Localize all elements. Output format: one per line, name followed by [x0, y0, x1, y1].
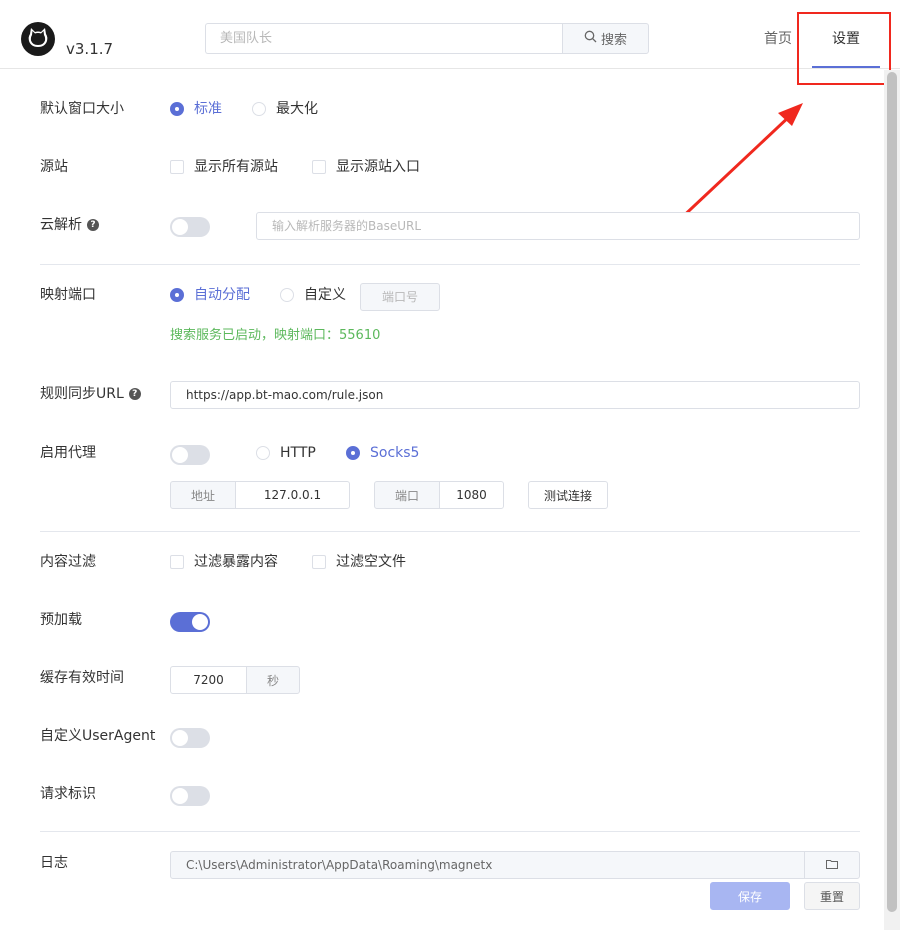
preload-toggle[interactable]	[170, 612, 210, 632]
filter-exposed-content-checkbox[interactable]: 过滤暴露内容	[170, 553, 278, 571]
proxy-address-addon: 地址	[170, 481, 236, 509]
cat-logo-icon	[21, 22, 55, 56]
custom-port-input[interactable]	[360, 283, 440, 311]
request-id-label: 请求标识	[40, 786, 96, 802]
save-button[interactable]: 保存	[710, 882, 790, 910]
proxy-http-radio[interactable]: HTTP	[256, 444, 316, 462]
question-circle-icon[interactable]: ?	[128, 388, 141, 400]
proxy-port-input[interactable]	[439, 481, 504, 509]
nav-settings[interactable]: 设置	[812, 30, 880, 68]
window-size-maximize-radio[interactable]: 最大化	[252, 100, 318, 118]
user-agent-label: 自定义UserAgent	[40, 728, 156, 744]
search-button[interactable]: 搜索	[562, 23, 649, 54]
cache-time-unit: 秒	[246, 666, 300, 694]
section-divider	[40, 531, 860, 532]
window-size-label: 默认窗口大小	[40, 101, 124, 117]
search-input[interactable]	[205, 23, 562, 54]
window-size-standard-radio[interactable]: 标准	[170, 100, 222, 118]
proxy-address-input[interactable]	[235, 481, 350, 509]
show-all-sources-checkbox[interactable]: 显示所有源站	[170, 158, 278, 176]
app-version: v3.1.7	[66, 40, 114, 58]
folder-icon	[826, 858, 838, 872]
proxy-toggle[interactable]	[170, 445, 210, 465]
cloud-parse-label: 云解析 ?	[40, 216, 99, 234]
cloud-parse-url-input[interactable]	[256, 212, 860, 240]
port-status-text: 搜索服务已启动，映射端口：55610	[170, 328, 381, 343]
cache-time-input[interactable]	[170, 666, 247, 694]
proxy-label: 启用代理	[40, 445, 96, 461]
cloud-parse-toggle[interactable]	[170, 217, 210, 237]
section-divider	[40, 264, 860, 265]
proxy-socks5-radio[interactable]: Socks5	[346, 444, 419, 462]
log-label: 日志	[40, 855, 68, 871]
scrollbar-thumb[interactable]	[887, 72, 897, 912]
content-filter-label: 内容过滤	[40, 554, 96, 570]
source-label: 源站	[40, 159, 68, 175]
rule-sync-label: 规则同步URL ?	[40, 385, 141, 403]
reset-button[interactable]: 重置	[804, 882, 860, 910]
port-auto-radio[interactable]: 自动分配	[170, 286, 250, 304]
user-agent-toggle[interactable]	[170, 728, 210, 748]
browse-folder-button[interactable]	[804, 851, 860, 879]
log-path-input[interactable]	[170, 851, 806, 879]
filter-empty-files-checkbox[interactable]: 过滤空文件	[312, 553, 406, 571]
question-circle-icon[interactable]: ?	[87, 219, 99, 231]
annotation-arrow	[674, 103, 803, 225]
port-custom-radio[interactable]: 自定义	[280, 286, 346, 304]
rule-sync-url-input[interactable]	[170, 381, 860, 409]
cache-time-label: 缓存有效时间	[40, 670, 124, 686]
top-header: v3.1.7 搜索 首页 设置	[0, 0, 900, 69]
nav-home[interactable]: 首页	[764, 30, 792, 48]
section-divider	[40, 831, 860, 832]
request-id-toggle[interactable]	[170, 786, 210, 806]
search-button-label: 搜索	[600, 33, 627, 48]
proxy-port-addon: 端口	[374, 481, 440, 509]
preload-label: 预加载	[40, 612, 82, 628]
test-connection-button[interactable]: 测试连接	[528, 481, 608, 509]
show-source-entry-checkbox[interactable]: 显示源站入口	[312, 158, 420, 176]
search-icon	[584, 30, 597, 47]
port-label: 映射端口	[40, 287, 96, 303]
